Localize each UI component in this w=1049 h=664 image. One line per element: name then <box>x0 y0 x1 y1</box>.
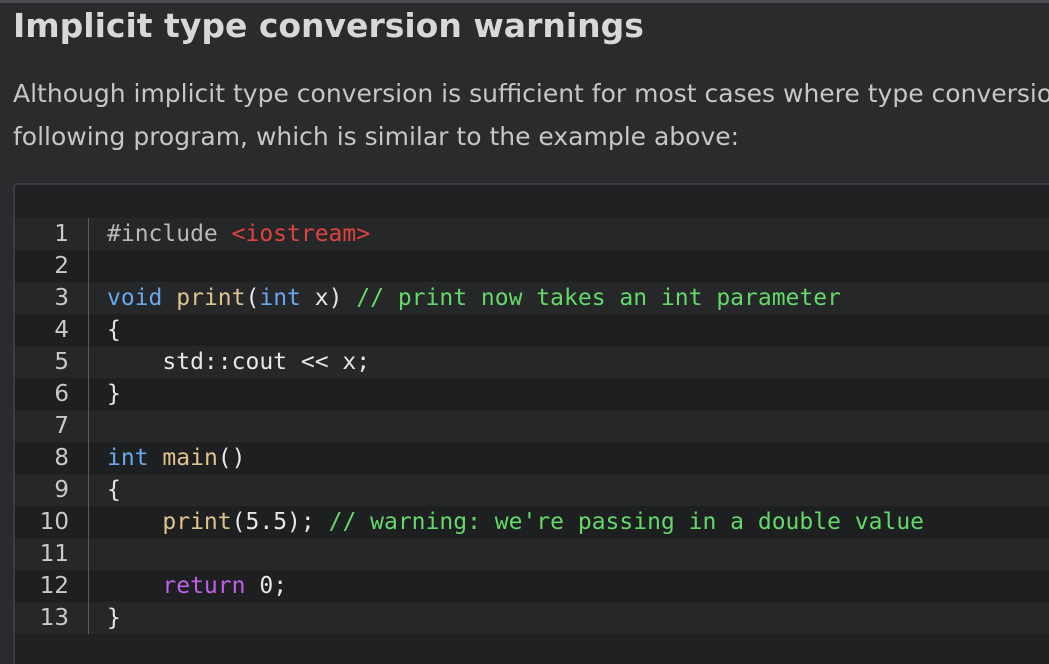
code-lines: 1 #include <iostream> 2 3 void print(int x) … <box>15 218 1049 634</box>
code-text: { <box>107 314 121 346</box>
code-line: 8 int main() <box>15 442 1049 474</box>
code-token-str: <iostream> <box>231 221 371 247</box>
code-token-plain: () <box>217 445 246 471</box>
code-token-cm: // print now takes an int parameter <box>356 285 841 311</box>
code-line: 1 #include <iostream> <box>15 218 1049 250</box>
code-token-plain: ); <box>287 509 329 535</box>
code-token-plain: { <box>107 317 121 343</box>
line-number: 5 <box>54 349 69 375</box>
code-line: 3 void print(int x) // print now takes an… <box>15 282 1049 314</box>
code-token-num: 0 <box>259 573 274 599</box>
line-number-gutter <box>88 474 89 506</box>
code-token-plain: { <box>107 477 121 503</box>
line-number-gutter <box>88 538 89 570</box>
line-number-gutter <box>88 282 89 314</box>
line-number: 8 <box>54 445 69 471</box>
code-token-fn: print <box>176 285 246 311</box>
code-line: 7 <box>15 410 1049 442</box>
code-text: int main() <box>107 442 246 474</box>
intro-paragraph: Although implicit type conversion is suf… <box>13 72 1049 158</box>
code-text: { <box>107 474 121 506</box>
code-token-plain: ; <box>273 573 288 599</box>
line-number-gutter <box>88 346 89 378</box>
code-text: void print(int x) // print now takes an … <box>107 282 841 314</box>
line-number: 3 <box>54 285 69 311</box>
line-number: 7 <box>54 413 69 439</box>
line-number: 11 <box>39 541 69 567</box>
code-token-pre: #include <box>107 221 232 247</box>
code-line: 13} <box>15 602 1049 634</box>
code-token-kw: int <box>107 445 149 471</box>
code-token-fn: main <box>162 445 218 471</box>
code-token-plain: x) <box>300 285 357 311</box>
code-token-plain: ( <box>245 285 260 311</box>
line-number: 9 <box>54 477 69 503</box>
code-text: return 0; <box>107 570 287 602</box>
line-number: 10 <box>39 509 69 535</box>
code-line: 11 <box>15 538 1049 570</box>
code-line: 5 std::cout << x; <box>15 346 1049 378</box>
code-text: #include <iostream> <box>107 218 370 250</box>
code-text: std::cout << x; <box>107 346 370 378</box>
code-text: } <box>107 602 121 634</box>
line-number-gutter <box>88 602 89 634</box>
code-token-cm: // warning: we're passing in a double va… <box>328 509 925 535</box>
code-block: 1 #include <iostream> 2 3 void print(int x) … <box>13 183 1049 664</box>
code-text: print(5.5); // warning: we're passing in… <box>107 506 924 538</box>
line-number: 2 <box>54 253 69 279</box>
code-line: 10 print(5.5); // warning: we're passing… <box>15 506 1049 538</box>
code-line: 9{ <box>15 474 1049 506</box>
line-number-gutter <box>88 506 89 538</box>
code-token-plain: } <box>107 381 121 407</box>
line-number-gutter <box>88 442 89 474</box>
code-token-kw: int <box>259 285 301 311</box>
code-token-kw: void <box>107 285 163 311</box>
code-token-plain: ( <box>231 509 246 535</box>
code-token-plain: } <box>107 605 121 631</box>
top-divider <box>0 0 1049 3</box>
code-text: } <box>107 378 121 410</box>
paragraph-line-2: following program, which is similar to t… <box>13 122 740 151</box>
line-number: 13 <box>39 605 69 631</box>
code-line: 6} <box>15 378 1049 410</box>
line-number: 4 <box>54 317 69 343</box>
line-number: 1 <box>54 221 69 247</box>
code-token-ret: return <box>162 573 246 599</box>
line-number: 6 <box>54 381 69 407</box>
code-line: 12 return 0; <box>15 570 1049 602</box>
code-token-plain: std::cout << x; <box>107 349 371 375</box>
line-number-gutter <box>88 378 89 410</box>
line-number-gutter <box>88 218 89 250</box>
section-heading: Implicit type conversion warnings <box>13 6 644 45</box>
paragraph-line-1: Although implicit type conversion is suf… <box>13 79 1049 108</box>
line-number-gutter <box>88 250 89 282</box>
line-number-gutter <box>88 410 89 442</box>
line-number-gutter <box>88 570 89 602</box>
code-line: 4{ <box>15 314 1049 346</box>
line-number-gutter <box>88 314 89 346</box>
code-token-fn: print <box>162 509 232 535</box>
line-number: 12 <box>39 573 69 599</box>
code-token-num: 5.5 <box>245 509 288 535</box>
code-line: 2 <box>15 250 1049 282</box>
